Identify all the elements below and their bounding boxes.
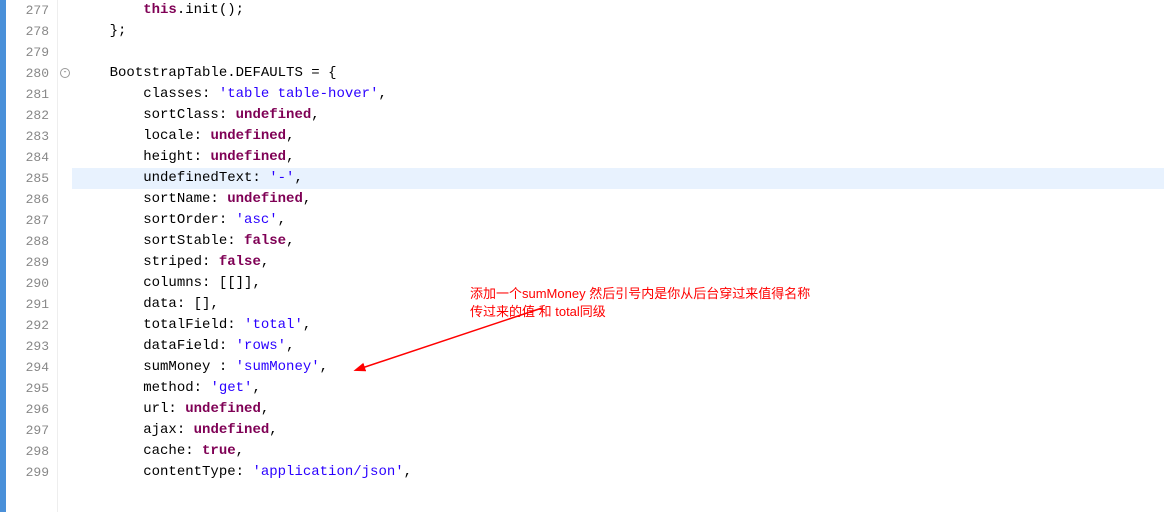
line-number: 296 xyxy=(6,399,49,420)
line-number: 288 xyxy=(6,231,49,252)
code-line[interactable]: height: undefined, xyxy=(72,147,1164,168)
line-number: 290 xyxy=(6,273,49,294)
code-line[interactable]: striped: false, xyxy=(72,252,1164,273)
line-number: 294 xyxy=(6,357,49,378)
code-line[interactable]: sortStable: false, xyxy=(72,231,1164,252)
line-number: 280 xyxy=(6,63,49,84)
code-line[interactable]: contentType: 'application/json', xyxy=(72,462,1164,483)
line-number: 299 xyxy=(6,462,49,483)
line-number: 291 xyxy=(6,294,49,315)
line-number: 289 xyxy=(6,252,49,273)
code-line[interactable]: locale: undefined, xyxy=(72,126,1164,147)
line-number: 295 xyxy=(6,378,49,399)
line-number: 298 xyxy=(6,441,49,462)
code-line[interactable]: method: 'get', xyxy=(72,378,1164,399)
line-number: 284 xyxy=(6,147,49,168)
line-number: 293 xyxy=(6,336,49,357)
code-line[interactable]: sortClass: undefined, xyxy=(72,105,1164,126)
fold-column: - xyxy=(58,0,72,512)
code-line[interactable]: sortOrder: 'asc', xyxy=(72,210,1164,231)
code-line[interactable]: sumMoney : 'sumMoney', xyxy=(72,357,1164,378)
code-line[interactable] xyxy=(72,42,1164,63)
line-number: 287 xyxy=(6,210,49,231)
fold-toggle-icon[interactable]: - xyxy=(60,68,70,78)
code-line[interactable]: cache: true, xyxy=(72,441,1164,462)
code-editor[interactable]: 277 278 279 280 281 282 283 284 285 286 … xyxy=(0,0,1164,512)
code-line[interactable]: columns: [[]], xyxy=(72,273,1164,294)
code-line[interactable]: classes: 'table table-hover', xyxy=(72,84,1164,105)
line-number: 282 xyxy=(6,105,49,126)
code-line[interactable]: }; xyxy=(72,21,1164,42)
line-number: 278 xyxy=(6,21,49,42)
code-line[interactable]: data: [], xyxy=(72,294,1164,315)
code-line[interactable]: sortName: undefined, xyxy=(72,189,1164,210)
code-line-highlighted[interactable]: undefinedText: '-', xyxy=(72,168,1164,189)
blue-marker xyxy=(0,0,6,512)
code-line[interactable]: url: undefined, xyxy=(72,399,1164,420)
line-number: 286 xyxy=(6,189,49,210)
code-line[interactable]: ajax: undefined, xyxy=(72,420,1164,441)
line-number: 283 xyxy=(6,126,49,147)
code-line[interactable]: totalField: 'total', xyxy=(72,315,1164,336)
code-line[interactable]: BootstrapTable.DEFAULTS = { xyxy=(72,63,1164,84)
line-number: 279 xyxy=(6,42,49,63)
line-number: 277 xyxy=(6,0,49,21)
line-number: 297 xyxy=(6,420,49,441)
code-line[interactable]: this.init(); xyxy=(72,0,1164,21)
line-number: 285 xyxy=(6,168,49,189)
line-number-gutter: 277 278 279 280 281 282 283 284 285 286 … xyxy=(6,0,58,512)
line-number: 292 xyxy=(6,315,49,336)
code-content[interactable]: this.init(); }; BootstrapTable.DEFAULTS … xyxy=(72,0,1164,512)
vertical-bar xyxy=(0,0,6,512)
line-number: 281 xyxy=(6,84,49,105)
code-line[interactable]: dataField: 'rows', xyxy=(72,336,1164,357)
